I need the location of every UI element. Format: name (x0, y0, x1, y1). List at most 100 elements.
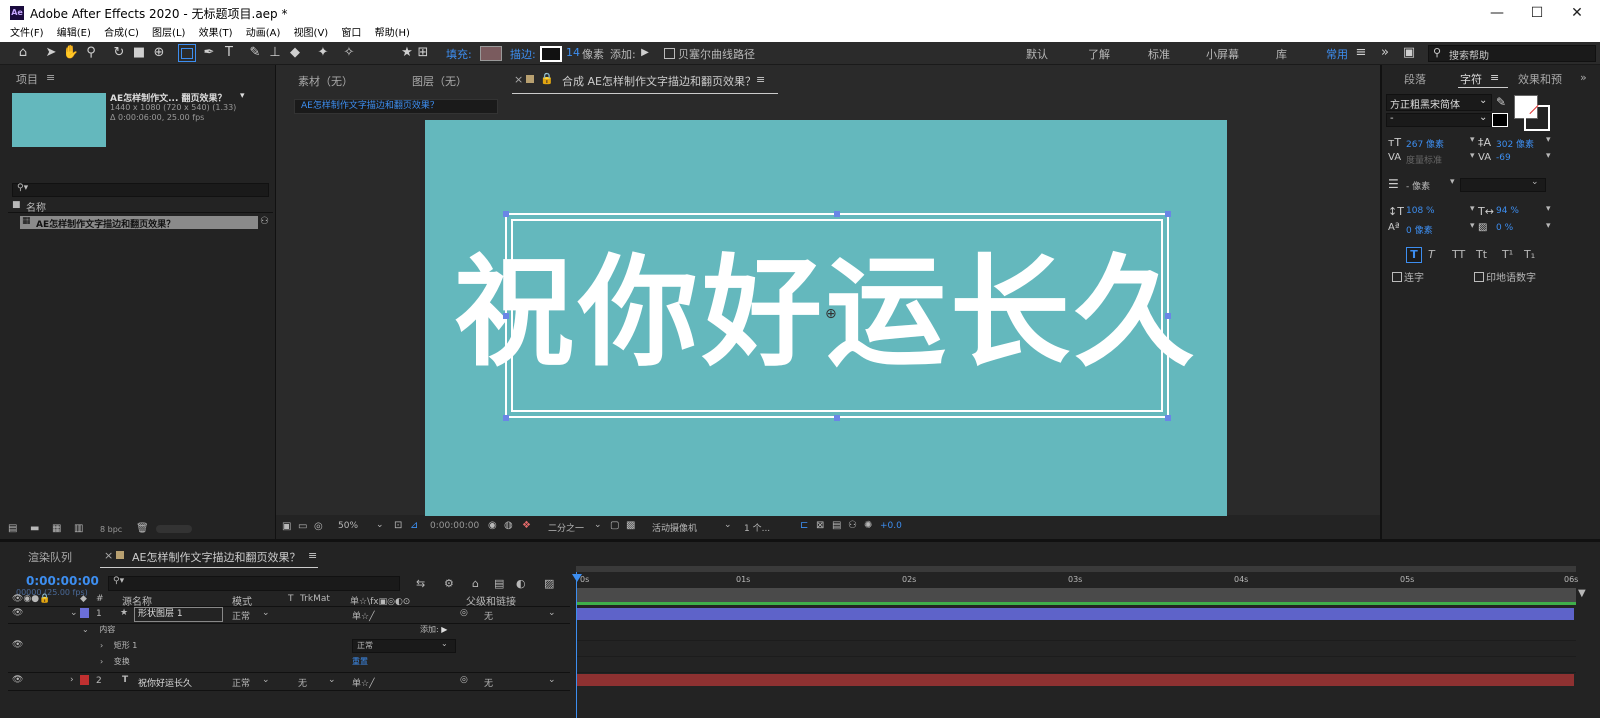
vr-icon[interactable]: ◎ (314, 521, 323, 532)
add-menu-icon[interactable]: ▶ (636, 44, 654, 62)
playhead-icon[interactable] (572, 574, 582, 582)
workspace-default[interactable]: 默认 (1026, 46, 1048, 62)
timeline-menu-icon[interactable]: ≡ (308, 549, 317, 562)
chevron-down-icon[interactable]: ▾ (1450, 177, 1455, 187)
eye-icon[interactable]: 👁 (12, 640, 23, 650)
transparency-grid-icon[interactable]: ▩ (626, 520, 635, 531)
twirl-open-icon[interactable]: ⌄ (70, 608, 78, 618)
grid-icon[interactable]: ⊿ (410, 520, 418, 531)
hand-tool-icon[interactable]: ✋ (62, 44, 80, 62)
layer-switches-icon[interactable]: 单☆╱ (352, 609, 375, 622)
workspace-learn[interactable]: 了解 (1088, 46, 1110, 62)
leading-value[interactable]: 302 像素 (1496, 137, 1534, 150)
chevron-down-icon[interactable]: ▾ (1546, 221, 1551, 231)
lock-icon[interactable]: 🔒 (540, 72, 554, 85)
font-style-dropdown[interactable]: - ⌄ (1386, 112, 1492, 127)
viewer-timecode[interactable]: 0:00:00:00 (430, 521, 479, 531)
reset-exposure-icon[interactable]: ✺ (864, 520, 872, 531)
stroke-color-swatch[interactable] (540, 46, 562, 62)
stroke-width-value[interactable]: - 像素 (1406, 179, 1430, 192)
camera-chevron-icon[interactable]: ⌄ (724, 520, 732, 530)
superscript-button[interactable]: T¹ (1502, 248, 1513, 261)
bpc-label[interactable]: 8 bpc (100, 525, 122, 534)
rectangle-tool-icon[interactable] (178, 44, 196, 62)
resolution-chevron-icon[interactable]: ⌄ (594, 520, 602, 530)
twirl-closed-icon[interactable]: › (100, 641, 103, 650)
graph-editor-icon[interactable]: ▨ (544, 577, 554, 590)
panel-divider[interactable] (275, 65, 276, 539)
font-size-value[interactable]: 267 像素 (1406, 137, 1444, 150)
bbox-handle[interactable] (503, 313, 509, 319)
search-panel-icon[interactable]: ▣ (1400, 44, 1418, 62)
chevron-down-icon[interactable]: ▾ (1470, 151, 1475, 161)
more-workspaces-icon[interactable]: » (1376, 44, 1394, 62)
menu-view[interactable]: 视图(V) (294, 26, 329, 42)
search-help-input[interactable]: ⚲ 搜索帮助 (1428, 45, 1596, 62)
region-of-interest-icon[interactable]: ▢ (610, 520, 619, 531)
pen-tool-icon[interactable]: ✒ (200, 44, 218, 62)
subscript-button[interactable]: T₁ (1524, 248, 1535, 261)
twirl-closed-icon[interactable]: › (100, 657, 103, 666)
menu-file[interactable]: 文件(F) (10, 26, 44, 42)
interpret-footage-icon[interactable]: ▤ (8, 523, 17, 534)
chevron-down-icon[interactable]: ⌄ (262, 608, 270, 618)
minimize-button[interactable]: — (1482, 3, 1512, 23)
chevron-down-icon[interactable]: ▾ (1470, 135, 1475, 145)
timeline-search-input[interactable]: ⚲▾ (108, 576, 400, 591)
menu-animation[interactable]: 动画(A) (246, 26, 281, 42)
fill-color-swatch[interactable] (480, 46, 502, 61)
zoom-tool-icon[interactable]: ⚲ (82, 44, 100, 62)
workspace-menu-icon[interactable]: ≡ (1352, 44, 1370, 62)
new-folder-icon[interactable]: ▬ (30, 523, 39, 534)
rotate-tool-icon[interactable]: ↻ (110, 44, 128, 62)
layer-1-duration-bar[interactable] (576, 608, 1574, 620)
workspace-standard[interactable]: 标准 (1148, 46, 1170, 62)
type-tool-icon[interactable]: T (220, 44, 238, 62)
rect-mode-dropdown[interactable]: 正常 ⌄ (352, 639, 456, 653)
eye-icon[interactable]: 👁 (12, 675, 23, 685)
stroke-style-dropdown[interactable]: ⌄ (1460, 177, 1546, 192)
flowchart-icon[interactable]: ⚇ (260, 216, 269, 227)
bezier-checkbox[interactable] (664, 48, 675, 59)
stroke-label[interactable]: 描边: (510, 46, 536, 62)
selection-tool-icon[interactable]: ➤ (42, 44, 60, 62)
chevron-down-icon[interactable]: ⌄ (548, 608, 556, 618)
project-list-item[interactable]: ▦ AE怎样制作文字描边和翻页效果？ (20, 216, 258, 230)
new-comp-icon[interactable]: ▦ (52, 523, 61, 534)
composition-canvas[interactable]: 祝你好运长久 ⊕ (425, 120, 1227, 516)
comp-tab-menu-icon[interactable]: ≡ (756, 73, 765, 86)
bbox-handle[interactable] (1165, 313, 1171, 319)
playhead-line[interactable] (576, 572, 577, 718)
exposure-value[interactable]: +0.0 (880, 521, 902, 531)
bbox-handle[interactable] (834, 211, 840, 217)
shy-layers-icon[interactable]: ⌂ (472, 577, 479, 590)
resolution-dropdown[interactable]: 二分之一 (548, 521, 584, 534)
add-contents[interactable]: 添加: ▶ (420, 624, 447, 635)
tab-effects-presets[interactable]: 效果和预 (1518, 71, 1562, 87)
transform-row[interactable]: › 变换 (100, 656, 130, 667)
bbox-handle[interactable] (1165, 211, 1171, 217)
twirl-open-icon[interactable]: ⌄ (82, 625, 89, 634)
pick-whip-icon[interactable]: ◎ (460, 675, 468, 685)
contents-row[interactable]: ⌄ 内容 (82, 624, 115, 635)
stroke-color-swatch[interactable] (1524, 105, 1550, 131)
faux-italic-button[interactable]: T (1428, 248, 1435, 261)
tracking-value[interactable]: -69 (1496, 153, 1511, 163)
twirl-closed-icon[interactable]: › (70, 675, 74, 685)
pick-whip-icon[interactable]: ◎ (460, 608, 468, 618)
project-search-input[interactable]: ⚲▾ (12, 183, 269, 197)
pan-behind-tool-icon[interactable]: ⊕ (150, 44, 168, 62)
show-snapshot-icon[interactable]: ◍ (504, 520, 513, 531)
menu-window[interactable]: 窗口 (341, 26, 361, 42)
anchor-point-icon[interactable]: ⊕ (825, 306, 837, 322)
close-button[interactable]: ✕ (1562, 3, 1592, 23)
camera-dropdown[interactable]: 活动摄像机 (652, 521, 697, 534)
adjust-settings-icon[interactable]: ▥ (74, 523, 83, 534)
menu-composition[interactable]: 合成(C) (104, 26, 139, 42)
small-caps-button[interactable]: Tt (1476, 248, 1487, 261)
tab-footage[interactable]: 素材（无） (298, 73, 353, 89)
hindi-digits-checkbox[interactable] (1474, 272, 1484, 282)
comp-mini-flowchart-icon[interactable]: ⇆ (416, 577, 425, 590)
faux-bold-button[interactable]: T (1406, 247, 1422, 263)
color-channel-icon[interactable]: ❖ (522, 520, 531, 531)
